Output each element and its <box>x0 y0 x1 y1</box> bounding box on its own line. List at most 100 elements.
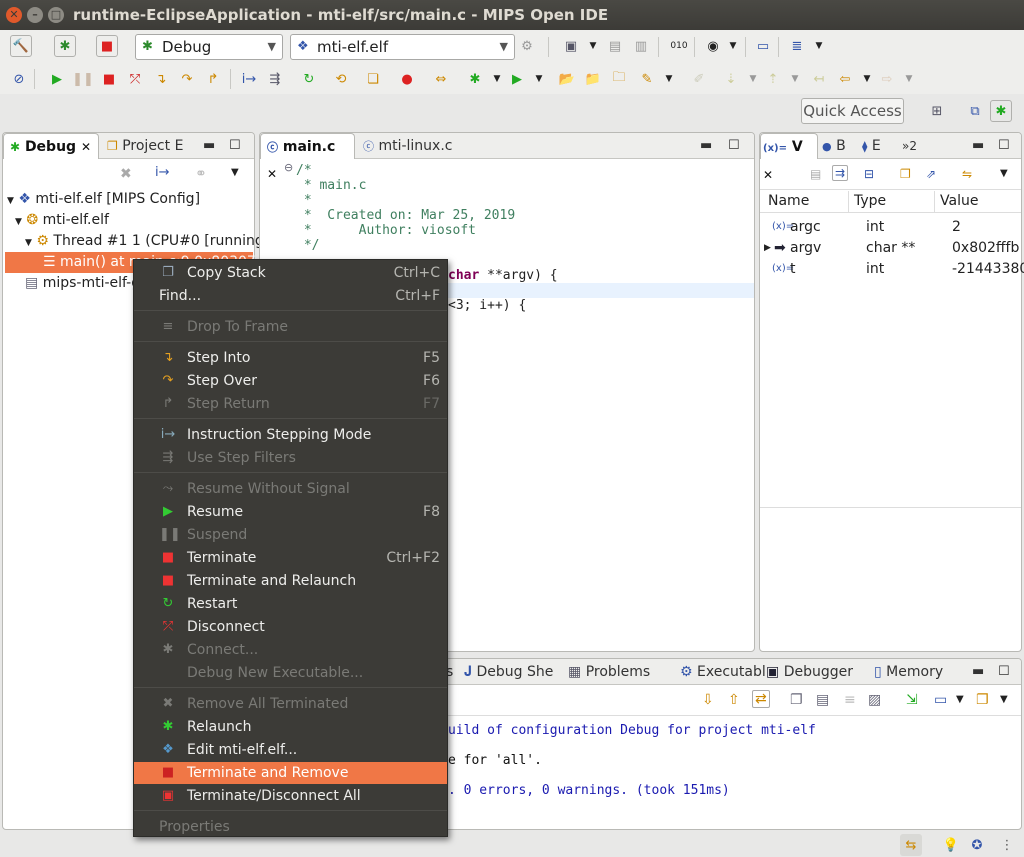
list-icon[interactable]: ≣ <box>786 35 808 57</box>
suspend-icon[interactable]: ❚❚ <box>72 68 94 90</box>
quick-access-field[interactable]: Quick Access <box>801 98 904 124</box>
maximize-icon[interactable]: ☐ <box>998 664 1010 679</box>
step-over-icon[interactable]: ↷ <box>176 68 198 90</box>
column-type[interactable]: Type <box>854 193 886 209</box>
config-gear-icon[interactable]: ⚙ <box>516 35 538 57</box>
menu-debug-new-executable[interactable]: Debug New Executable... <box>134 662 447 684</box>
menu-properties[interactable]: Properties <box>134 816 447 838</box>
minimize-icon[interactable]: ▬ <box>972 664 984 679</box>
chevron-down-icon[interactable]: ▼ <box>528 68 550 90</box>
status-tips-icon[interactable]: 💡 <box>940 834 962 856</box>
menu-remove-all-terminated[interactable]: ✖ Remove All Terminated <box>134 693 447 715</box>
view-menu-icon[interactable]: ▼ <box>231 167 239 178</box>
tab-expressions[interactable]: ⧫ E <box>860 133 883 159</box>
menu-find[interactable]: Find... Ctrl+F <box>134 285 447 307</box>
copy-console-icon[interactable]: ❐ <box>790 692 803 708</box>
menu-relaunch[interactable]: ✱ Relaunch <box>134 716 447 738</box>
chevron-down-icon[interactable]: ▼ <box>722 35 744 57</box>
back-icon[interactable]: ⇦ <box>834 68 856 90</box>
debug-perspective-icon[interactable]: ✱ <box>990 100 1012 122</box>
tree-launch[interactable]: ▼ ❖ mti-elf.elf [MIPS Config] <box>7 189 200 210</box>
maximize-icon[interactable]: ☐ <box>728 138 740 153</box>
new-console-icon[interactable]: ❐ <box>976 692 989 708</box>
new-icon[interactable]: ▣ <box>560 35 582 57</box>
view-menu-icon[interactable]: ▼ <box>1000 168 1008 179</box>
table-row[interactable]: (x)= t int -21443380 <box>760 259 1024 279</box>
tab-executables[interactable]: ⚙ Executabl <box>674 659 772 685</box>
scroll-up-icon[interactable]: ⇧ <box>728 692 740 708</box>
pin-icon[interactable]: ⇗ <box>926 167 936 181</box>
terminate-icon[interactable]: ■ <box>98 68 120 90</box>
close-icon[interactable]: ✕ <box>81 140 91 154</box>
scroll-down-icon[interactable]: ⇩ <box>702 692 714 708</box>
display-console-icon[interactable]: ▭ <box>934 692 947 708</box>
menu-edit-config[interactable]: ❖ Edit mti-elf.elf... <box>134 739 447 761</box>
open-project-icon[interactable]: 📁 <box>582 68 604 90</box>
launch-mode-select[interactable]: ✱ Debug ▼ <box>135 34 283 60</box>
new-view-icon[interactable]: ❐ <box>900 167 911 181</box>
build-hammer-icon[interactable]: 🔨 <box>10 35 32 57</box>
tab-memory[interactable]: ▯ Memory <box>868 659 949 685</box>
detail-pane-divider[interactable] <box>760 507 1021 508</box>
chevron-down-icon[interactable]: ▼ <box>856 68 878 90</box>
pin-console-icon[interactable]: ▤ <box>816 692 829 708</box>
wand-icon[interactable]: ✎ <box>636 68 658 90</box>
menu-copy-stack[interactable]: ❐ Copy Stack Ctrl+C <box>134 262 447 284</box>
open-perspective-icon[interactable]: ⊞ <box>926 100 948 122</box>
close-icon[interactable]: ✕ <box>267 167 277 181</box>
chevron-down-icon[interactable]: ▼ <box>784 68 806 90</box>
chevron-down-icon[interactable]: ▼ <box>956 694 964 705</box>
show-type-names-icon[interactable]: ▤ <box>810 167 821 181</box>
binary-icon[interactable]: 010 <box>668 35 690 57</box>
table-row[interactable]: ▶ ➡ argv char ** 0x802fffb <box>760 238 1021 258</box>
step-filter-icon[interactable]: ⇶ <box>264 68 286 90</box>
clear-console-icon[interactable]: ▨ <box>868 692 881 708</box>
maximize-icon[interactable]: ☐ <box>229 138 241 153</box>
record-icon[interactable]: ● <box>396 68 418 90</box>
menu-step-return[interactable]: ↱ Step Return F7 <box>134 393 447 415</box>
status-star-icon[interactable]: ✪ <box>966 834 988 856</box>
menu-terminate-disconnect-all[interactable]: ▣ Terminate/Disconnect All <box>134 785 447 807</box>
step-into-icon[interactable]: ↴ <box>150 68 172 90</box>
collapse-all-icon[interactable]: ⊟ <box>864 167 874 181</box>
modules-icon[interactable]: ❏ <box>362 68 384 90</box>
instruction-step-icon[interactable]: i→ <box>155 165 170 180</box>
cpp-perspective-icon[interactable]: ⧉ <box>964 100 986 122</box>
connect-icon[interactable]: ⚭ <box>195 166 207 182</box>
open-folder-icon[interactable]: 📂 <box>556 68 578 90</box>
tab-mti-linux-c[interactable]: ⓒ mti-linux.c <box>357 133 458 159</box>
menu-suspend[interactable]: ❚❚ Suspend <box>134 524 447 546</box>
disconnect-icon[interactable]: ⤱ <box>124 68 146 90</box>
tree-process[interactable]: ▼ ❂ mti-elf.elf <box>15 210 109 231</box>
tab-project-explorer[interactable]: ❐ Project E <box>101 133 189 159</box>
close-icon[interactable]: ✕ <box>763 168 773 182</box>
close-window-button[interactable]: ✕ <box>6 7 22 23</box>
menu-restart[interactable]: ↻ Restart <box>134 593 447 615</box>
skip-breakpoints-icon[interactable]: ⊘ <box>8 68 30 90</box>
debug-bug-icon[interactable]: ✱ <box>54 35 76 57</box>
stop-icon[interactable]: ■ <box>96 35 118 57</box>
minimize-icon[interactable]: ▬ <box>700 138 712 153</box>
chevron-down-icon[interactable]: ▼ <box>582 35 604 57</box>
tree-gdb[interactable]: ▤ mips-mti-elf-g <box>25 273 140 294</box>
scroll-lock-icon[interactable]: ⇄ <box>752 690 770 708</box>
more-tabs[interactable]: »2 <box>900 133 919 159</box>
minimize-icon[interactable]: ▬ <box>972 138 984 153</box>
instruction-step-icon[interactable]: i→ <box>238 68 260 90</box>
menu-terminate-remove[interactable]: ■ Terminate and Remove <box>134 762 447 784</box>
tab-problems[interactable]: ▦ Problems <box>562 659 656 685</box>
prev-annotation-icon[interactable]: ⇡ <box>762 68 784 90</box>
debug-toggle-icon[interactable]: ⇔ <box>430 68 452 90</box>
menu-disconnect[interactable]: ⤱ Disconnect <box>134 616 447 638</box>
menu-terminate[interactable]: ■ Terminate Ctrl+F2 <box>134 547 447 569</box>
forward-icon[interactable]: ⇨ <box>876 68 898 90</box>
open-console-icon[interactable]: ⇲ <box>906 692 918 708</box>
tab-debugger-console[interactable]: ▣ Debugger <box>760 659 859 685</box>
remove-terminated-icon[interactable]: ✖ <box>120 166 132 182</box>
menu-terminate-relaunch[interactable]: ■ Terminate and Relaunch <box>134 570 447 592</box>
maximize-window-button[interactable]: □ <box>48 7 64 23</box>
tab-debug-shell[interactable]: 𝐉 Debug She <box>458 659 559 685</box>
minimize-icon[interactable]: ▬ <box>203 138 215 153</box>
select-all-icon[interactable]: ⇋ <box>962 167 972 181</box>
column-value[interactable]: Value <box>940 193 978 209</box>
